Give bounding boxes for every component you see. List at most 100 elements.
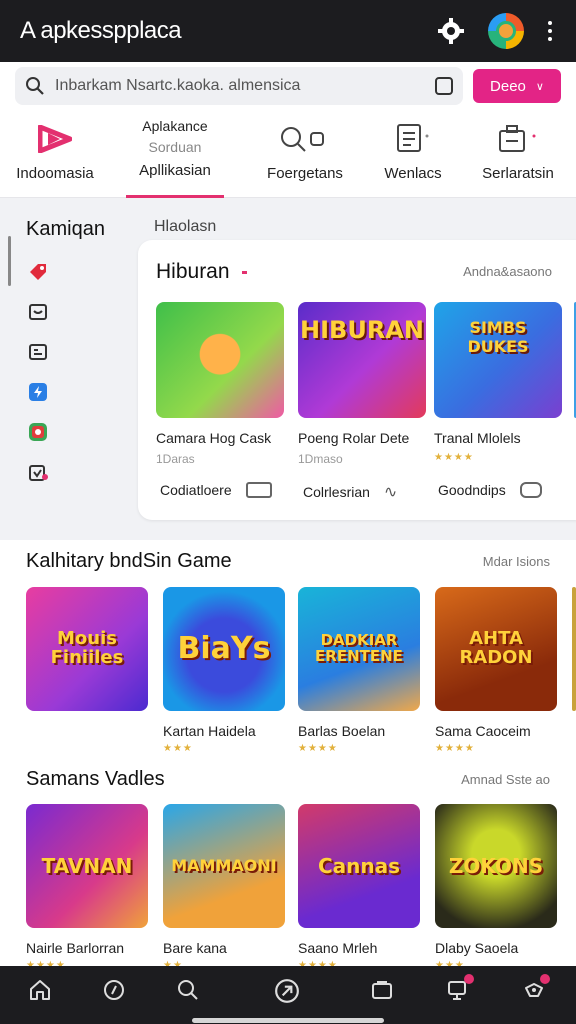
game-art-text: DADKIAR ERENTENE <box>315 631 403 665</box>
hiburan-title: Hiburan <box>156 260 230 283</box>
tab-top-label: Aplakance <box>142 118 208 134</box>
app-bar: A apkesspplaca <box>0 0 576 62</box>
search-icon <box>26 77 44 95</box>
updates-nav-item[interactable] <box>446 974 474 1002</box>
hiburan-card: Hiburan Andna&asaono Camara Hog Cask 1Da… <box>138 240 576 520</box>
compass-icon[interactable] <box>102 978 126 1002</box>
action-item[interactable]: Colrlesrian ∿ <box>303 482 397 502</box>
app-art-text: HIBURAN <box>300 316 424 344</box>
tag-icon[interactable] <box>28 262 48 282</box>
search-person-icon <box>281 127 324 152</box>
document-icon <box>397 124 429 152</box>
more-vertical-icon[interactable] <box>544 21 556 41</box>
category-tabs: Indoomasia Aplakance Sorduan Apllikasian… <box>0 110 576 198</box>
app-name: Poeng Rolar Dete <box>298 430 410 446</box>
deal-label: Deeo <box>490 77 526 95</box>
game-image: MAMMAONI <box>163 804 285 928</box>
tab-indonesia[interactable]: Indoomasia <box>0 110 110 198</box>
action-item[interactable]: Goodndips <box>438 482 542 498</box>
game-tile[interactable]: Cannas Saano Mrleh ★★★★ <box>298 804 420 971</box>
app-art-text: SIMBS DUKES <box>467 318 529 356</box>
hiburan-see-all-link[interactable]: Andna&asaono <box>463 264 552 279</box>
game-image: Mouis Finiiles <box>26 587 148 711</box>
tab-sub-label: Sorduan <box>148 139 202 155</box>
search-text: Inbarkam Nsartc.kaoka. almensica <box>55 77 301 94</box>
tab-label: Foergetans <box>267 165 343 182</box>
game-tile[interactable]: BiaYs Kartan Haidela ★★★ <box>163 587 285 754</box>
rail-subheading: Hlaolasn <box>154 218 217 235</box>
search-input[interactable]: Inbarkam Nsartc.kaoka. almensica <box>15 67 463 105</box>
tab-serlaratsin[interactable]: Serlaratsin <box>470 110 566 198</box>
grid-icon <box>245 482 272 498</box>
game-name: Bare kana <box>163 940 227 956</box>
calendar-badge-icon[interactable] <box>28 462 48 482</box>
game-tile[interactable]: MAMMAONI Bare kana ★★ <box>163 804 285 971</box>
chart-icon: ∿ <box>383 484 398 501</box>
scan-icon[interactable] <box>435 77 453 95</box>
app-tile[interactable]: HIBURAN Poeng Rolar Dete 1Dmaso <box>298 302 426 466</box>
game-image: BiaYs <box>163 587 285 711</box>
app-tile[interactable]: SIMBS DUKES Tranal Mlolels ★★★★ <box>434 302 562 463</box>
left-rail: Kamiqan <box>0 198 136 536</box>
tab-label: Wenlacs <box>384 165 442 182</box>
action-label: Goodndips <box>438 482 506 498</box>
section-see-all-link[interactable]: Amnad Sste ao <box>461 772 550 787</box>
tab-label: Indoomasia <box>16 165 94 182</box>
game-tile[interactable]: Mouis Finiiles <box>26 587 148 711</box>
briefcase-icon <box>499 125 536 152</box>
discover-icon[interactable] <box>274 978 300 1004</box>
game-name: Kartan Haidela <box>163 723 256 739</box>
settings-gear-icon[interactable] <box>436 16 466 46</box>
avatar[interactable] <box>488 13 524 49</box>
game-art-text: Cannas <box>317 853 401 878</box>
search-icon[interactable] <box>176 978 200 1002</box>
flash-icon[interactable] <box>28 382 48 402</box>
tab-label: Serlaratsin <box>482 165 554 182</box>
app-name: Tranal Mlolels <box>434 430 521 446</box>
home-icon[interactable] <box>28 978 52 1002</box>
action-label: Codiatloere <box>160 482 232 498</box>
games-section: Kalhitary bndSin Game Mdar Isions Mouis … <box>0 540 576 971</box>
tab-aplikasi[interactable]: Aplakance Sorduan Apllikasian <box>126 110 224 198</box>
game-art-text: ZOKONS <box>448 853 544 878</box>
game-image: ZOKONS <box>435 804 557 928</box>
game-image: TAVNAN <box>26 804 148 928</box>
game-name: Dlaby Saoela <box>435 940 519 956</box>
game-tile[interactable]: AHTA RADON Sama Caoceim ★★★★ <box>435 587 557 754</box>
rating-stars: ★★★★ <box>435 743 475 754</box>
game-name: Nairle Barlorran <box>26 940 125 956</box>
folder-icon[interactable] <box>28 342 48 362</box>
section-see-all-link[interactable]: Mdar Isions <box>483 554 550 569</box>
tab-foergetans[interactable]: Foergetans <box>250 110 360 198</box>
notification-badge <box>540 974 550 984</box>
tab-wenlacs[interactable]: Wenlacs <box>368 110 458 198</box>
rating-stars: ★★★ <box>163 743 193 754</box>
camera-app-icon[interactable] <box>28 422 48 442</box>
rail-scrollbar[interactable] <box>8 236 11 286</box>
deal-button[interactable]: Deeo ∨ <box>473 69 561 103</box>
game-art-text: TAVNAN <box>41 853 133 878</box>
app-tile[interactable]: Camara Hog Cask 1Daras <box>156 302 284 466</box>
rating-stars: ★★★★ <box>434 452 474 463</box>
home-indicator <box>192 1018 384 1023</box>
search-row: Inbarkam Nsartc.kaoka. almensica Deeo ∨ <box>0 62 576 110</box>
game-image: AHTA RADON <box>435 587 557 711</box>
profile-nav-item[interactable] <box>522 974 550 1002</box>
game-name: Barlas Boelan <box>298 723 386 739</box>
game-tile[interactable]: TAVNAN Nairle Barlorran ★★★★ <box>26 804 148 971</box>
app-name: Camara Hog Cask <box>156 430 272 446</box>
app-image: SIMBS DUKES <box>434 302 562 418</box>
game-art-text: AHTA RADON <box>459 628 533 668</box>
inbox-icon[interactable] <box>28 302 48 322</box>
chevron-down-icon: ∨ <box>535 80 544 93</box>
game-image: DADKIAR ERENTENE <box>298 587 420 711</box>
game-image: Cannas <box>298 804 420 928</box>
game-tile[interactable]: ZOKONS Dlaby Saoela ★★★ <box>435 804 557 971</box>
action-item[interactable]: Codiatloere <box>160 482 272 498</box>
app-title: A apkesspplaca <box>20 17 182 44</box>
game-tile[interactable]: DADKIAR ERENTENE Barlas Boelan ★★★★ <box>298 587 420 754</box>
rail-heading: Kamiqan <box>26 218 105 240</box>
bottom-nav <box>0 966 576 1024</box>
play-logo-icon <box>38 125 72 153</box>
library-icon[interactable] <box>370 978 394 1002</box>
